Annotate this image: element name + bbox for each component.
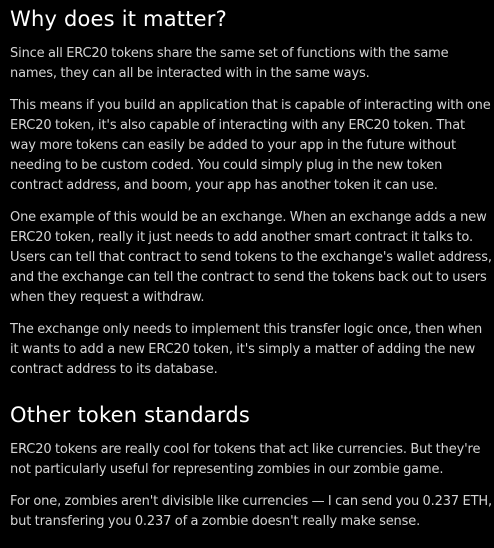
paragraph-currencies: ERC20 tokens are really cool for tokens … bbox=[10, 442, 481, 477]
section-heading-why-it-matters: Why does it matter? bbox=[10, 7, 227, 31]
section-heading-other-standards: Other token standards bbox=[10, 403, 250, 427]
paragraph-transfer-logic: The exchange only needs to implement thi… bbox=[10, 322, 483, 377]
paragraph-shared-functions: Since all ERC20 tokens share the same se… bbox=[10, 46, 449, 81]
paragraph-divisibility: For one, zombies aren't divisible like c… bbox=[10, 494, 492, 529]
paragraph-any-erc20-token: This means if you build an application t… bbox=[10, 98, 491, 193]
lesson-content: Why does it matter? Since all ERC20 toke… bbox=[10, 0, 492, 532]
paragraph-exchange-example: One example of this would be an exchange… bbox=[10, 210, 492, 305]
